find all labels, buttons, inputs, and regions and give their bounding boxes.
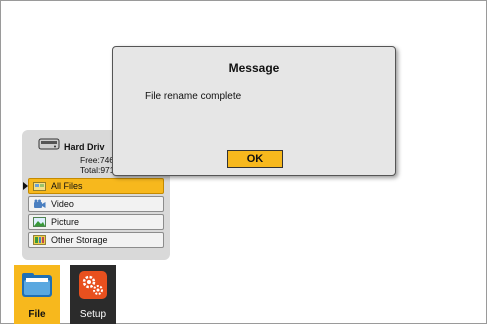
- file-item-label: Other Storage: [51, 235, 108, 245]
- ok-button[interactable]: OK: [227, 150, 283, 168]
- file-item-label: Video: [51, 199, 74, 209]
- file-item-label: Picture: [51, 217, 80, 227]
- file-item-label: All Files: [51, 181, 83, 191]
- tab-file-label: File: [28, 309, 46, 320]
- dialog-title: Message: [228, 61, 280, 75]
- drive-name: Hard Driv: [64, 142, 105, 152]
- picture-icon: [33, 217, 46, 227]
- gears-icon: [79, 271, 107, 299]
- hard-drive-icon: [38, 138, 60, 150]
- folder-icon: [22, 273, 52, 297]
- file-item-other-storage[interactable]: Other Storage: [28, 232, 164, 248]
- file-item-video[interactable]: Video: [28, 196, 164, 212]
- video-camera-icon: [34, 199, 46, 208]
- file-category-list: All Files Video Picture Other Storage: [23, 178, 164, 250]
- file-item-picture[interactable]: Picture: [28, 214, 164, 230]
- drive-free-space: Free:746.: [80, 155, 117, 165]
- storage-icon: [33, 235, 46, 245]
- dialog-message: File rename complete: [145, 91, 242, 102]
- tab-setup-label: Setup: [79, 309, 107, 320]
- tab-setup[interactable]: Setup: [70, 265, 116, 324]
- message-dialog: Message File rename complete OK: [112, 46, 396, 176]
- tab-file[interactable]: File: [14, 265, 60, 324]
- file-item-all-files[interactable]: All Files: [23, 178, 164, 194]
- folder-files-icon: [33, 182, 46, 191]
- selection-arrow-icon: [23, 182, 28, 190]
